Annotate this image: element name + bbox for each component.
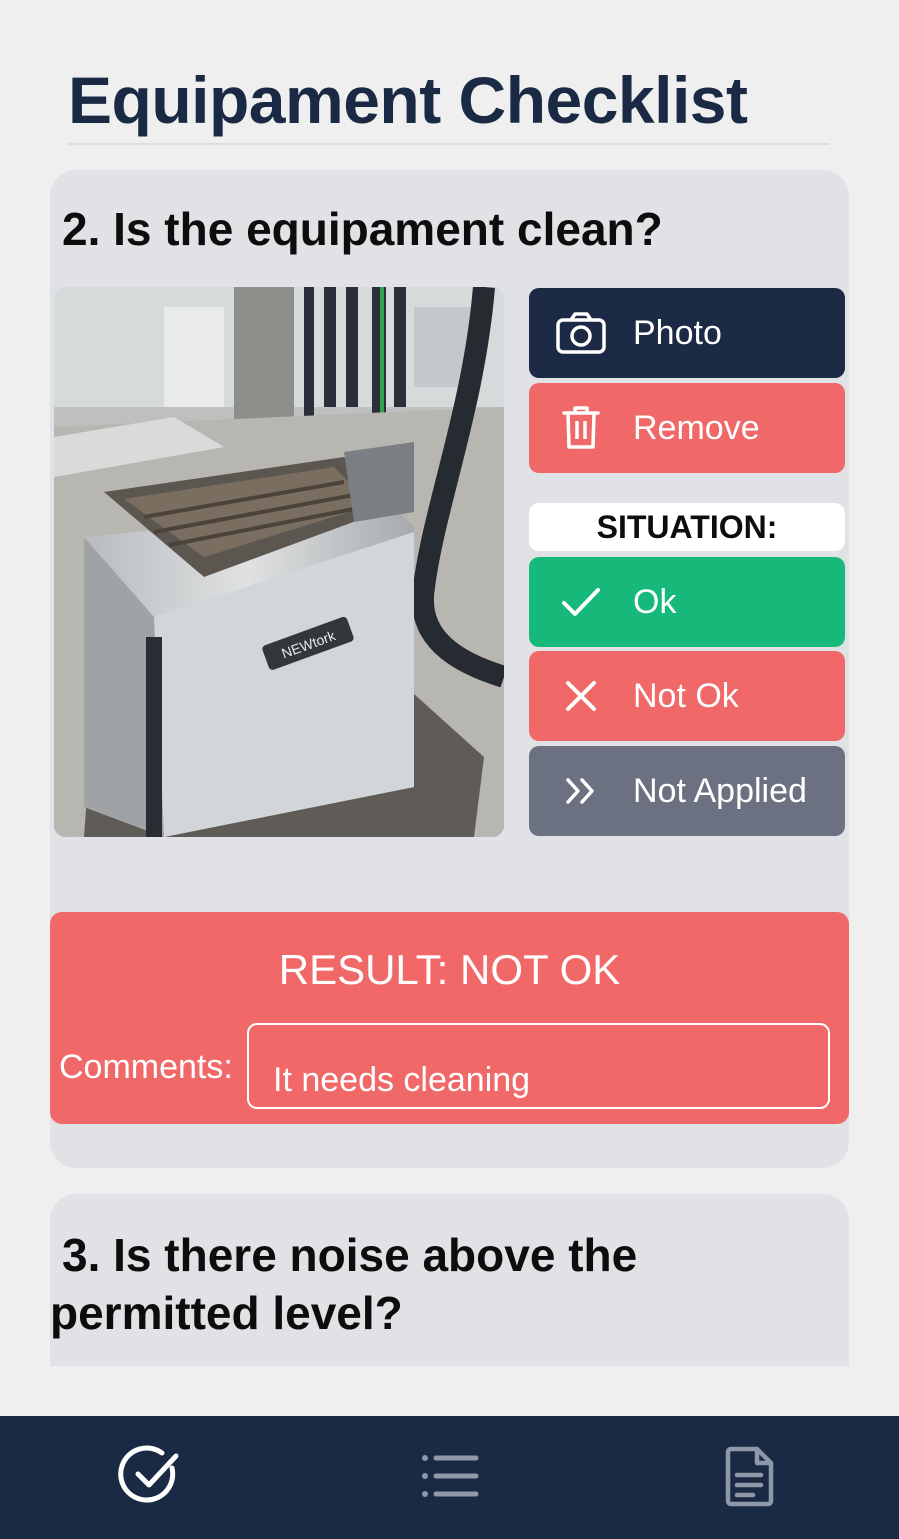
nav-report[interactable] (718, 1446, 782, 1510)
result-panel: RESULT: NOT OK Comments: (50, 912, 849, 1124)
question-title: 2. Is the equipament clean? (62, 203, 663, 255)
trash-icon (529, 405, 633, 451)
not-ok-button[interactable]: Not Ok (529, 651, 845, 741)
ok-button-label: Ok (633, 582, 677, 621)
title-divider (68, 143, 830, 145)
result-title: RESULT: NOT OK (278, 946, 621, 993)
camera-icon (529, 311, 633, 355)
check-icon (529, 586, 633, 618)
nav-list[interactable] (418, 1446, 482, 1510)
next-question-title: 3. Is there noise above the permitted le… (50, 1229, 638, 1339)
ok-button[interactable]: Ok (529, 557, 845, 647)
comments-input[interactable] (247, 1023, 830, 1109)
nav-checklist[interactable] (118, 1444, 182, 1513)
photo-button[interactable]: Photo (529, 288, 845, 378)
situation-label: SITUATION: (529, 503, 845, 551)
double-chevron-right-icon (529, 777, 633, 805)
not-applied-button-label: Not Applied (633, 771, 807, 810)
close-icon (529, 679, 633, 713)
check-circle-icon (118, 1444, 182, 1513)
equipment-photo[interactable]: NEWtork (54, 287, 504, 837)
bottom-nav (0, 1416, 899, 1539)
not-applied-button[interactable]: Not Applied (529, 746, 845, 836)
list-icon (418, 1451, 482, 1506)
not-ok-button-label: Not Ok (633, 676, 739, 715)
checklist-screen: Equipament Checklist 2. Is the equipamen… (0, 0, 899, 1539)
photo-button-label: Photo (633, 313, 722, 352)
page-title: Equipament Checklist (68, 63, 748, 137)
remove-button-label: Remove (633, 408, 760, 447)
remove-button[interactable]: Remove (529, 383, 845, 473)
equipment-photo-image: NEWtork (54, 287, 504, 837)
comments-label: Comments: (59, 1048, 233, 1086)
document-icon (723, 1445, 777, 1512)
